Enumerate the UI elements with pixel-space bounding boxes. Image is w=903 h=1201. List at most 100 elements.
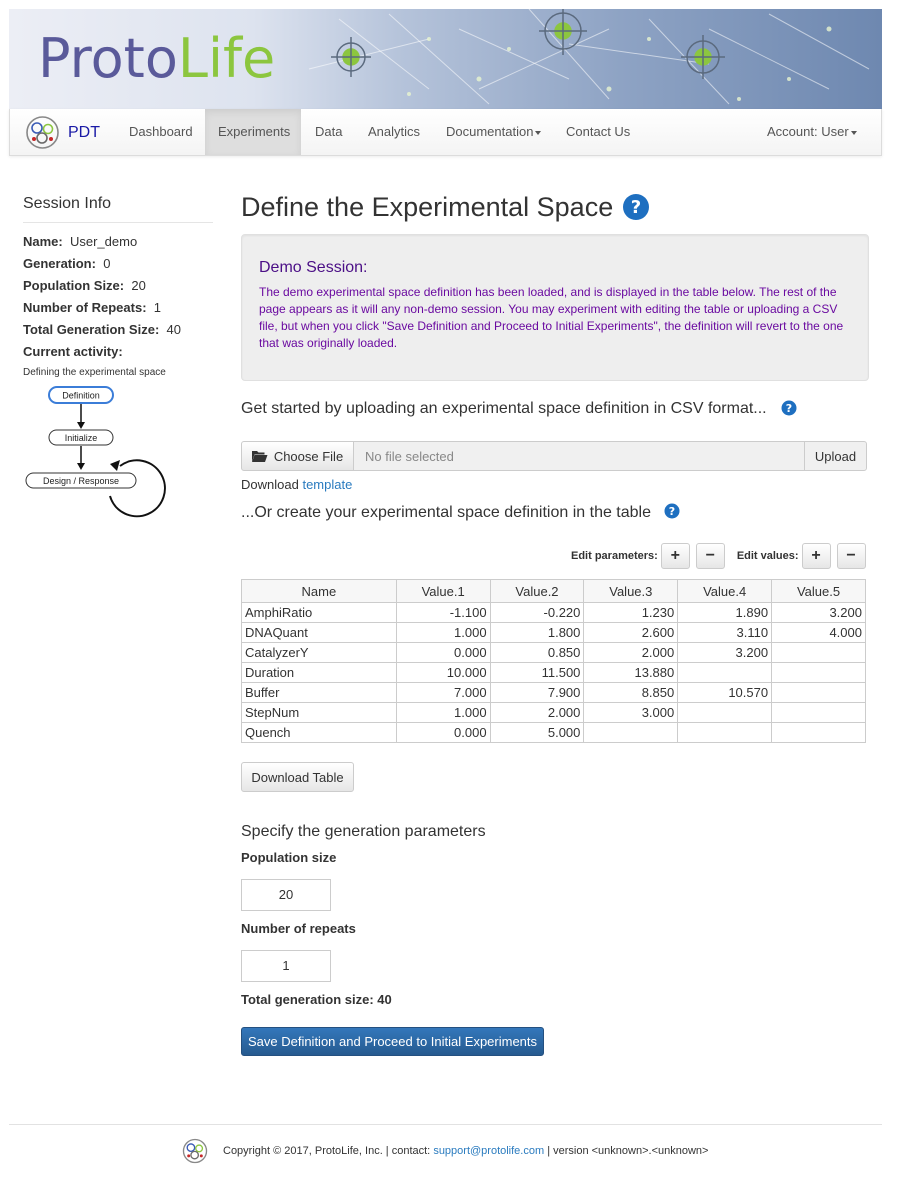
table-heading: ...Or create your experimental space def…	[241, 504, 651, 521]
file-name-field[interactable]: No file selected	[354, 441, 804, 471]
value-cell[interactable]: 3.200	[771, 602, 866, 623]
number-of-repeats-input[interactable]: 1	[241, 950, 331, 982]
value-cell[interactable]: 7.900	[489, 682, 585, 703]
table-header-cell: Value.1	[395, 579, 491, 603]
download-table-button[interactable]: Download Table	[241, 762, 354, 792]
session-activity-label: Current activity:	[23, 344, 123, 359]
table-header-cell: Value.5	[771, 579, 866, 603]
table-header-cell: Value.3	[583, 579, 679, 603]
protolife-logo: ProtoLife	[38, 27, 276, 90]
value-cell[interactable]: 3.110	[677, 622, 773, 643]
parameter-name-cell[interactable]: Duration	[241, 662, 397, 683]
edit-values-label: Edit values:	[736, 550, 799, 562]
value-cell[interactable]: 4.000	[771, 622, 866, 643]
value-cell[interactable]	[677, 702, 773, 723]
value-cell[interactable]: 7.000	[395, 682, 491, 703]
value-cell[interactable]	[677, 722, 773, 743]
value-cell[interactable]: 2.600	[583, 622, 679, 643]
value-cell[interactable]	[677, 662, 773, 683]
nav-dashboard[interactable]: Dashboard	[116, 109, 206, 155]
choose-file-label: Choose File	[273, 448, 344, 464]
value-cell[interactable]	[583, 722, 679, 743]
help-icon[interactable]: ?	[781, 400, 797, 416]
flow-step-design: Design / Response	[43, 476, 119, 486]
table-row: Duration 10.000 11.500 13.880	[241, 662, 866, 683]
flow-step-initialize: Initialize	[65, 433, 98, 443]
svg-text:?: ?	[631, 197, 641, 218]
nav-account-label: Account: User	[767, 124, 849, 139]
value-cell[interactable]: 2.000	[583, 642, 679, 663]
header-banner: ProtoLife	[9, 9, 882, 109]
value-cell[interactable]: 3.000	[583, 702, 679, 723]
upload-button[interactable]: Upload	[804, 441, 867, 471]
table-header-row: Name Value.1 Value.2 Value.3 Value.4 Value.5	[241, 579, 866, 603]
file-upload-group: Choose File No file selected Upload	[241, 441, 867, 471]
value-cell[interactable]	[771, 702, 866, 723]
parameter-name-cell[interactable]: DNAQuant	[241, 622, 397, 643]
value-cell[interactable]: 10.000	[395, 662, 491, 683]
parameter-name-cell[interactable]: Buffer	[241, 682, 397, 703]
number-of-repeats-label: Number of repeats	[241, 921, 356, 936]
session-name: Name: User_demo	[23, 234, 138, 249]
experimental-space-table: Name Value.1 Value.2 Value.3 Value.4 Value.5 …	[241, 579, 866, 743]
parameter-name-cell[interactable]: Quench	[241, 722, 397, 743]
template-link[interactable]: template	[302, 477, 352, 492]
nav-account[interactable]: Account: User	[754, 109, 870, 155]
nav-contact[interactable]: Contact Us	[553, 109, 643, 155]
download-template-text: Download template	[241, 477, 353, 492]
value-cell[interactable]: 1.230	[583, 602, 679, 623]
table-header-cell: Value.4	[677, 579, 773, 603]
table-row: CatalyzerY 0.000 0.850 2.000 3.200	[241, 642, 866, 663]
nav-experiments[interactable]: Experiments	[205, 109, 301, 155]
table-row: AmphiRatio -1.100 -0.220 1.230 1.890 3.200	[241, 602, 866, 623]
value-cell[interactable]: 2.000	[489, 702, 585, 723]
value-cell[interactable]	[771, 642, 866, 663]
value-cell[interactable]: 0.000	[395, 722, 491, 743]
population-size-input[interactable]: 20	[241, 879, 331, 911]
add-parameter-button[interactable]: +	[660, 543, 690, 569]
parameter-name-cell[interactable]: StepNum	[241, 702, 397, 723]
session-population: Population Size: 20	[23, 278, 146, 293]
support-email-link[interactable]: support@protolife.com	[433, 1145, 544, 1157]
nav-brand[interactable]: PDT	[25, 115, 100, 150]
value-cell[interactable]: 3.200	[677, 642, 773, 663]
protolife-cells-icon	[182, 1138, 208, 1164]
value-cell[interactable]: 5.000	[489, 722, 585, 743]
nav-data[interactable]: Data	[302, 109, 355, 155]
caret-down-icon	[850, 130, 857, 135]
value-cell[interactable]: 8.850	[583, 682, 679, 703]
value-cell[interactable]: -1.100	[395, 602, 491, 623]
workflow-diagram: Definition Initialize Design / Response	[25, 386, 166, 518]
footer-copyright: Copyright © 2017, ProtoLife, Inc. | cont…	[223, 1145, 431, 1157]
session-info-sidebar: Session Info Name: User_demo Generation:…	[23, 195, 213, 522]
help-icon[interactable]: ?	[664, 503, 680, 519]
value-cell[interactable]: 11.500	[489, 662, 585, 683]
value-cell[interactable]: 1.000	[395, 622, 491, 643]
demo-session-alert: Demo Session: The demo experimental spac…	[241, 234, 869, 381]
value-cell[interactable]: -0.220	[489, 602, 585, 623]
value-cell[interactable]	[771, 662, 866, 683]
session-repeats: Number of Repeats: 1	[23, 300, 161, 315]
value-cell[interactable]: 1.800	[489, 622, 585, 643]
upload-heading: Get started by uploading an experimental…	[241, 400, 767, 417]
value-cell[interactable]: 1.890	[677, 602, 773, 623]
parameter-name-cell[interactable]: AmphiRatio	[241, 602, 397, 623]
value-cell[interactable]: 10.570	[677, 682, 773, 703]
value-cell[interactable]: 0.000	[395, 642, 491, 663]
value-cell[interactable]	[771, 682, 866, 703]
footer-divider	[9, 1124, 882, 1125]
protolife-cells-icon	[26, 116, 59, 149]
add-value-button[interactable]: +	[801, 543, 831, 569]
help-icon[interactable]: ?	[622, 193, 650, 221]
nav-analytics[interactable]: Analytics	[355, 109, 433, 155]
remove-parameter-button[interactable]: −	[695, 543, 725, 569]
remove-value-button[interactable]: −	[836, 543, 866, 569]
value-cell[interactable]: 0.850	[489, 642, 585, 663]
parameter-name-cell[interactable]: CatalyzerY	[241, 642, 397, 663]
value-cell[interactable]: 1.000	[395, 702, 491, 723]
save-definition-button[interactable]: Save Definition and Proceed to Initial E…	[241, 1027, 544, 1056]
value-cell[interactable]: 13.880	[583, 662, 679, 683]
value-cell[interactable]	[771, 722, 866, 743]
nav-documentation[interactable]: Documentation	[433, 109, 554, 155]
choose-file-button[interactable]: Choose File	[241, 441, 354, 471]
